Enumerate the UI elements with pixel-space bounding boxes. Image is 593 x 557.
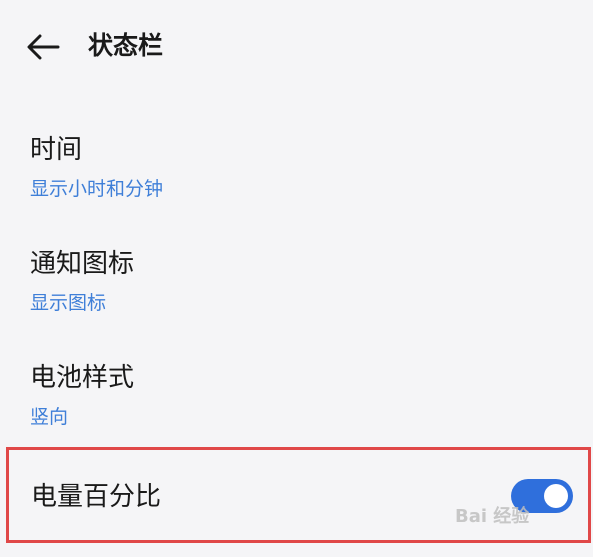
- setting-item-title: 电池样式: [30, 363, 135, 393]
- setting-item-battery-style[interactable]: 电池样式 竖向: [0, 346, 593, 446]
- setting-item-value: 显示图标: [30, 292, 107, 314]
- setting-item-battery-percentage[interactable]: 电量百分比: [6, 447, 591, 543]
- setting-item-value: 显示小时和分钟: [30, 178, 164, 200]
- header: 状态栏: [0, 0, 593, 95]
- setting-item-title: 电量百分比: [31, 482, 162, 512]
- setting-item-value: 竖向: [30, 406, 69, 428]
- page-title: 状态栏: [88, 31, 164, 60]
- status-bar-settings-screen: 状态栏 时间 显示小时和分钟 通知图标 显示图标 电池样式 竖向 电量百分比 B…: [0, 0, 593, 557]
- arrow-left-icon: [27, 34, 60, 60]
- toggle-knob: [544, 484, 568, 508]
- battery-percentage-toggle[interactable]: [511, 479, 573, 513]
- setting-item-title: 时间: [30, 135, 83, 165]
- setting-item-title: 通知图标: [30, 249, 135, 279]
- back-button[interactable]: [20, 25, 66, 69]
- setting-item-time[interactable]: 时间 显示小时和分钟: [0, 118, 593, 218]
- setting-item-notification-icons[interactable]: 通知图标 显示图标: [0, 232, 593, 332]
